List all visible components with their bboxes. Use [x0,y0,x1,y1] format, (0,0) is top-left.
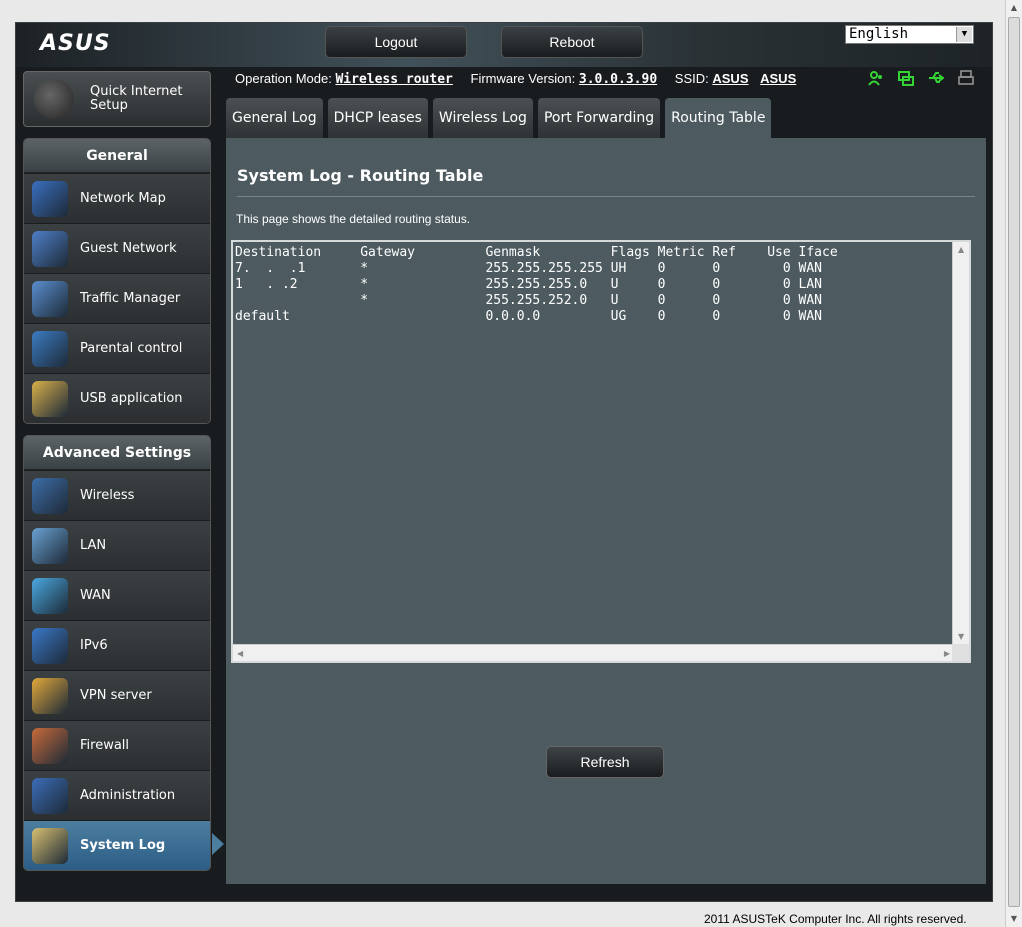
traffic-manager-icon [32,280,68,317]
routing-table-text: Destination Gateway Genmask Flags Metric… [235,245,838,324]
sidebar-item-guest-network[interactable]: Guest Network [24,223,210,273]
ipv6-icon [32,627,68,664]
content-panel: System Log - Routing Table This page sho… [226,138,986,884]
sidebar-item-firewall[interactable]: Firewall [24,720,210,770]
op-mode-label: Operation Mode: [235,71,332,86]
sidebar-item-label: Network Map [80,191,166,206]
tab-port-forwarding[interactable]: Port Forwarding [537,98,661,138]
tab-dhcp-leases[interactable]: DHCP leases [327,98,428,138]
info-bar: Operation Mode: Wireless router Firmware… [235,71,810,91]
general-heading: General [24,139,210,173]
logout-button[interactable]: Logout [325,26,467,58]
ssid-label: SSID: [674,71,709,86]
page-scroll-thumb[interactable] [1008,17,1020,907]
sidebar-item-label: Parental control [80,341,183,356]
active-indicator-arrow [212,833,224,855]
lan-icon [32,527,68,564]
printer-icon[interactable] [958,70,974,86]
administration-icon [32,777,68,814]
tab-routing-table[interactable]: Routing Table [665,98,772,138]
system-log-icon [32,827,68,864]
sidebar-item-parental-control[interactable]: Parental control [24,323,210,373]
sidebar-item-label: IPv6 [80,638,108,653]
language-value: English [849,26,909,42]
advanced-heading: Advanced Settings [24,436,210,470]
title-divider [237,196,975,197]
chevron-down-icon[interactable]: ▼ [956,27,972,42]
sidebar-item-label: VPN server [80,688,152,703]
sidebar-item-label: LAN [80,538,107,553]
reboot-button[interactable]: Reboot [501,26,643,58]
sidebar-item-label: Guest Network [80,241,177,256]
page-scrollbar[interactable]: ▲ ▼ [1005,0,1022,927]
sidebar-item-wan[interactable]: WAN [24,570,210,620]
sidebar-item-ipv6[interactable]: IPv6 [24,620,210,670]
sidebar-item-network-map[interactable]: Network Map [24,173,210,223]
vertical-scrollbar[interactable]: ▲ ▼ [952,242,969,644]
sidebar-item-label: Firewall [80,738,130,753]
language-select[interactable]: English ▼ [845,25,974,44]
guest-network-icon [32,230,68,267]
usb-icon[interactable] [928,70,945,86]
sidebar-item-system-log[interactable]: System Log [24,820,210,870]
ssid-link-1[interactable]: ASUS [712,71,748,86]
client-icon[interactable] [868,70,884,86]
tab-general-log[interactable]: General Log [226,98,323,138]
scroll-left-icon[interactable]: ◀ [237,649,243,658]
page-title: System Log - Routing Table [237,166,484,185]
sidebar-item-label: USB application [80,391,183,406]
quick-setup-icon [34,79,74,119]
sidebar-item-traffic-manager[interactable]: Traffic Manager [24,273,210,323]
top-bar: ASUS Logout Reboot English ▼ [16,23,992,67]
ssid-link-2[interactable]: ASUS [760,71,796,86]
scroll-right-icon[interactable]: ▶ [944,649,950,658]
sidebar-item-label: Traffic Manager [80,291,181,306]
scroll-up-icon[interactable]: ▲ [958,245,964,254]
network-icon[interactable] [898,70,914,86]
quick-setup-label: Quick Internet Setup [90,84,183,113]
routing-table-textarea[interactable]: Destination Gateway Genmask Flags Metric… [231,240,971,663]
page-description: This page shows the detailed routing sta… [236,212,471,226]
sidebar-item-label: Administration [80,788,176,803]
sidebar-item-usb-application[interactable]: USB application [24,373,210,423]
router-frame: ASUS Logout Reboot English ▼ Operation M… [15,22,993,902]
wan-icon [32,577,68,614]
sidebar-item-label: System Log [80,838,166,853]
sidebar-item-lan[interactable]: LAN [24,520,210,570]
page-scroll-up-icon[interactable]: ▲ [1006,0,1022,16]
vpn-server-icon [32,677,68,714]
parental-control-icon [32,330,68,367]
copyright-footer: 2011 ASUSTeK Computer Inc. All rights re… [704,912,967,926]
sidebar-item-vpn-server[interactable]: VPN server [24,670,210,720]
firmware-link[interactable]: 3.0.0.3.90 [579,72,657,87]
page-scroll-down-icon[interactable]: ▼ [1006,911,1022,927]
tab-wireless-log[interactable]: Wireless Log [432,98,533,138]
wireless-icon [32,477,68,514]
network-map-icon [32,180,68,217]
quick-internet-setup-button[interactable]: Quick Internet Setup [23,71,211,127]
firewall-icon [32,727,68,764]
op-mode-link[interactable]: Wireless router [335,72,452,87]
asus-logo: ASUS [40,31,111,56]
log-tabs: General Log DHCP leases Wireless Log Port F… [226,98,772,138]
firmware-label: Firmware Version: [470,71,576,86]
sidebar-item-label: Wireless [80,488,135,503]
usb-application-icon [32,380,68,417]
status-icons [868,70,974,86]
sidebar-item-label: WAN [80,588,111,603]
general-menu: General Network Map Guest Network Traffic … [23,138,211,424]
horizontal-scrollbar[interactable]: ◀ ▶ [233,644,954,661]
scrollbar-corner [952,644,969,661]
advanced-menu: Advanced Settings Wireless LAN WAN IPv6 VPN … [23,435,211,871]
sidebar-item-wireless[interactable]: Wireless [24,470,210,520]
sidebar-item-administration[interactable]: Administration [24,770,210,820]
refresh-button[interactable]: Refresh [546,746,664,778]
scroll-down-icon[interactable]: ▼ [958,632,964,641]
